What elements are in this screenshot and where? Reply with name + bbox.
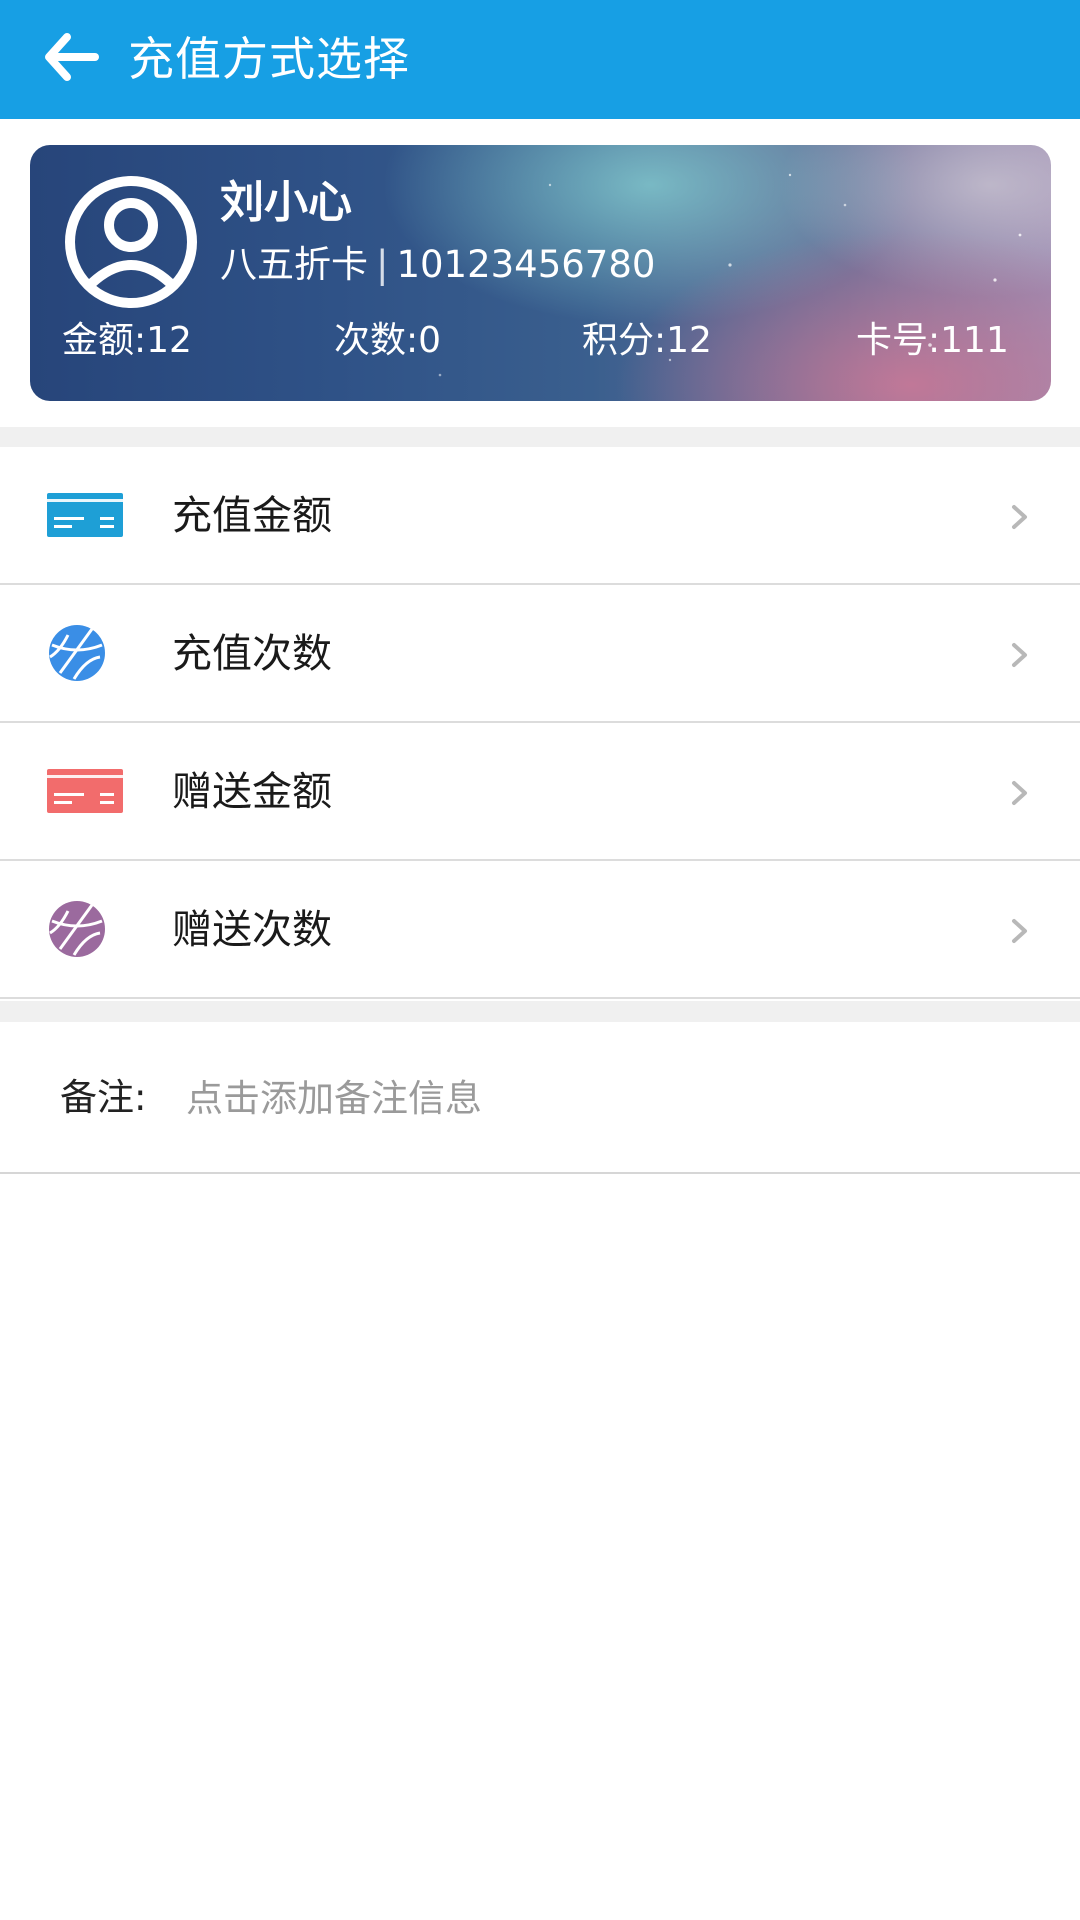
chevron-right-icon xyxy=(1012,919,1027,943)
card-icon xyxy=(47,769,123,813)
basketball-icon xyxy=(49,901,105,957)
recharge-options-list: 充值金额 充值次数 赠送金额 赠送次数 xyxy=(0,447,1080,999)
chevron-right-icon xyxy=(1012,505,1027,529)
member-card: 刘小心 八五折卡 | 10123456780 金额:12 次数:0 积分:12 卡号… xyxy=(30,145,1051,401)
menu-item-label: 充值金额 xyxy=(172,493,332,539)
menu-item-label: 充值次数 xyxy=(172,631,332,677)
member-phone: 10123456780 xyxy=(396,243,656,286)
back-button[interactable] xyxy=(40,29,102,85)
menu-item-recharge-amount[interactable]: 充值金额 xyxy=(0,447,1080,585)
menu-item-label: 赠送次数 xyxy=(172,907,332,953)
stat-amount: 金额:12 xyxy=(62,320,192,361)
menu-item-bonus-times[interactable]: 赠送次数 xyxy=(0,861,1080,999)
member-name: 刘小心 xyxy=(220,177,352,228)
card-info-line: 八五折卡 | 10123456780 xyxy=(220,241,655,289)
menu-item-label: 赠送金额 xyxy=(172,769,332,815)
menu-item-recharge-times[interactable]: 充值次数 xyxy=(0,585,1080,723)
app-header: 充值方式选择 xyxy=(0,0,1080,119)
section-divider xyxy=(0,427,1080,447)
note-row: 备注: xyxy=(0,1022,1080,1174)
card-type: 八五折卡 xyxy=(220,243,368,286)
note-input[interactable] xyxy=(186,1068,1026,1128)
basketball-icon xyxy=(49,625,105,681)
chevron-right-icon xyxy=(1012,781,1027,805)
avatar-icon xyxy=(65,176,197,308)
card-separator: | xyxy=(376,243,389,286)
stat-points: 积分:12 xyxy=(582,320,712,361)
page-title: 充值方式选择 xyxy=(128,32,410,86)
chevron-right-icon xyxy=(1012,643,1027,667)
menu-item-bonus-amount[interactable]: 赠送金额 xyxy=(0,723,1080,861)
section-divider xyxy=(0,1001,1080,1022)
arrow-left-icon xyxy=(45,33,99,81)
note-label: 备注: xyxy=(60,1076,147,1119)
stat-times: 次数:0 xyxy=(334,320,442,361)
stat-card-number: 卡号:111 xyxy=(856,320,1009,361)
card-icon xyxy=(47,493,123,537)
